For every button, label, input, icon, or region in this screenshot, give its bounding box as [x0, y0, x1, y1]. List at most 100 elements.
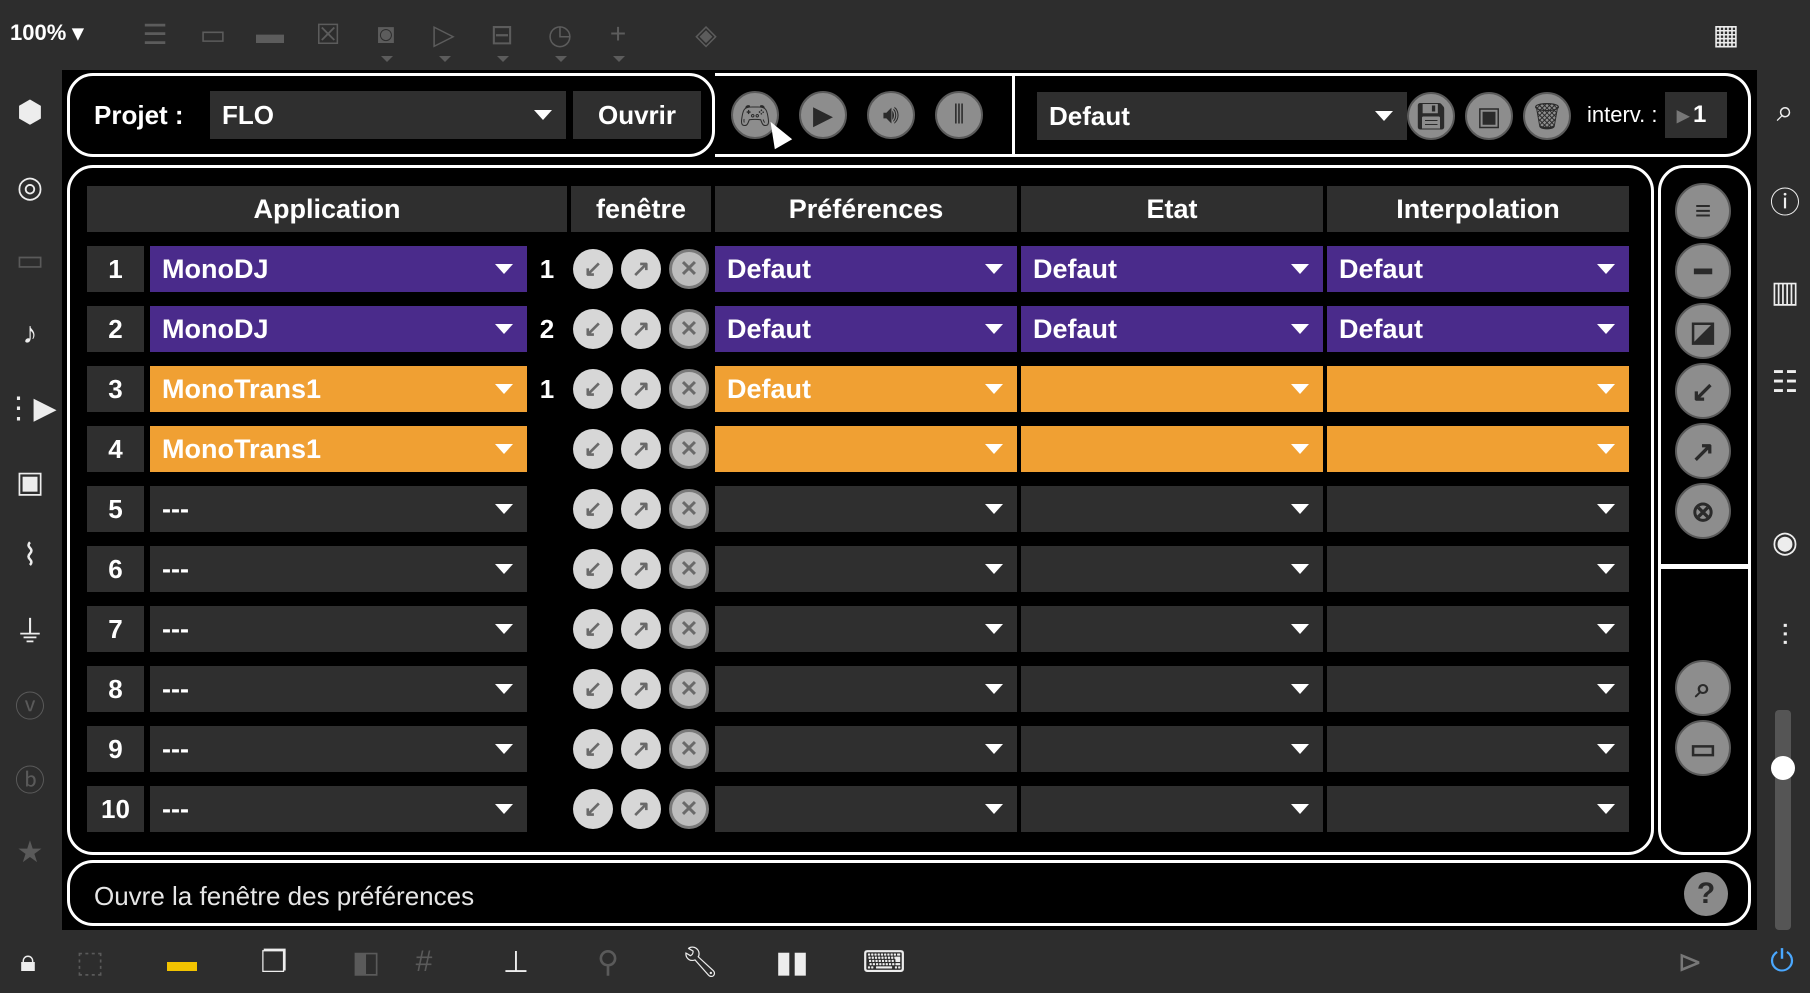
application-select[interactable]: MonoDJ [150, 306, 527, 352]
application-select[interactable]: --- [150, 546, 527, 592]
macro-icon[interactable]: ▭ [193, 14, 233, 54]
close-circle-icon[interactable]: ✕ [669, 729, 709, 769]
collapse-arrow-icon[interactable]: ↙ [573, 609, 613, 649]
project-select[interactable]: FLO [210, 91, 566, 139]
application-select[interactable]: --- [150, 606, 527, 652]
etat-select[interactable] [1021, 486, 1323, 532]
application-select[interactable]: --- [150, 666, 527, 712]
preferences-select[interactable]: Defaut [715, 366, 1017, 412]
search-icon[interactable]: ⌕ [1763, 90, 1807, 134]
piano-icon[interactable]: ▮▮ [770, 940, 814, 984]
collapse-arrow-icon[interactable]: ↙ [573, 369, 613, 409]
preferences-select[interactable] [715, 546, 1017, 592]
close-circle-icon[interactable]: ✕ [669, 609, 709, 649]
collapse-arrow-icon[interactable]: ↙ [573, 309, 613, 349]
close-circle-icon[interactable]: ✕ [669, 669, 709, 709]
collapse-arrow-icon[interactable]: ↙ [573, 789, 613, 829]
close-circle-icon[interactable]: ✕ [669, 429, 709, 469]
close-circle-icon[interactable]: ✕ [669, 249, 709, 289]
power-icon[interactable]: ⏻ [1760, 940, 1804, 984]
expand-arrow-icon[interactable]: ↗ [621, 729, 661, 769]
interpolation-select[interactable] [1327, 486, 1629, 532]
collapse-arrow-icon[interactable]: ↙ [1675, 363, 1731, 419]
application-select[interactable]: MonoTrans1 [150, 426, 527, 472]
book-icon[interactable]: ▥ [1763, 270, 1807, 314]
interpolation-select[interactable] [1327, 786, 1629, 832]
b-circle-icon[interactable]: ⓑ [8, 756, 52, 800]
preferences-select[interactable] [715, 426, 1017, 472]
presentation-icon[interactable]: ▬ [160, 940, 204, 984]
list-lines-icon[interactable]: ☷ [1763, 360, 1807, 404]
collapse-arrow-icon[interactable]: ↙ [573, 669, 613, 709]
search-zoom-icon[interactable]: ⌕ [1675, 660, 1731, 716]
lock-icon[interactable]: 🔒︎ [6, 940, 50, 984]
film-icon[interactable]: ▭ [8, 238, 52, 282]
save-icon[interactable]: ▣ [1465, 92, 1513, 140]
dial-icon[interactable]: ◷ [540, 14, 580, 62]
v-circle-icon[interactable]: ⓥ [8, 682, 52, 726]
preferences-select[interactable]: Defaut [715, 306, 1017, 352]
grid-icon[interactable]: # [402, 940, 446, 984]
etat-select[interactable]: Defaut [1021, 306, 1323, 352]
info-icon[interactable]: ⓘ [1763, 178, 1807, 222]
collapse-arrow-icon[interactable]: ↙ [573, 429, 613, 469]
laptop-icon[interactable]: ▭ [1675, 720, 1731, 776]
keyboard-icon[interactable]: ⌨ [862, 940, 906, 984]
expand-arrow-icon[interactable]: ↗ [621, 489, 661, 529]
sequence-icon[interactable]: ⋮▶ [3, 386, 56, 430]
close-circle-icon[interactable]: ✕ [669, 369, 709, 409]
etat-select[interactable] [1021, 666, 1323, 712]
preferences-select[interactable] [715, 606, 1017, 652]
preferences-select[interactable] [715, 486, 1017, 532]
volume-slider-handle[interactable] [1771, 756, 1795, 780]
paperclip-icon[interactable]: ⌇ [8, 533, 52, 577]
preferences-select[interactable]: Defaut [715, 246, 1017, 292]
preferences-select[interactable] [715, 666, 1017, 712]
collapse-arrow-icon[interactable]: ↙ [573, 549, 613, 589]
add-icon[interactable]: + [598, 14, 638, 62]
expand-arrow-icon[interactable]: ↗ [621, 549, 661, 589]
application-select[interactable]: --- [150, 486, 527, 532]
expand-arrow-icon[interactable]: ↗ [621, 309, 661, 349]
paint-bucket-icon[interactable]: ◈ [686, 14, 726, 54]
preset-select[interactable]: Defaut [1037, 92, 1407, 140]
help-button[interactable]: ? [1684, 872, 1728, 916]
expand-arrow-icon[interactable]: ↗ [621, 669, 661, 709]
etat-select[interactable]: Defaut [1021, 246, 1323, 292]
open-button[interactable]: Ouvrir [573, 91, 701, 139]
expand-arrow-icon[interactable]: ↗ [621, 249, 661, 289]
trash-icon[interactable]: 🗑︎ [1523, 92, 1571, 140]
application-select[interactable]: MonoTrans1 [150, 366, 527, 412]
audio-settings-icon[interactable]: 🔊︎ [867, 91, 915, 139]
preferences-select[interactable] [715, 786, 1017, 832]
collapse-arrow-icon[interactable]: ↙ [573, 489, 613, 529]
etat-select[interactable] [1021, 726, 1323, 772]
camera-icon[interactable]: ◉ [1763, 520, 1807, 564]
application-select[interactable]: --- [150, 726, 527, 772]
etat-select[interactable] [1021, 426, 1323, 472]
collapse-arrow-icon[interactable]: ↙ [573, 729, 613, 769]
interv-input[interactable]: ▸ 1 [1665, 92, 1727, 138]
volume-slider[interactable] [1775, 710, 1791, 930]
image-icon[interactable]: ▣ [8, 460, 52, 504]
preferences-select[interactable] [715, 726, 1017, 772]
music-note-icon[interactable]: ♪ [8, 312, 52, 356]
collapse-arrow-icon[interactable]: ↙ [573, 249, 613, 289]
wrench-icon[interactable]: 🔧︎ [678, 940, 722, 984]
etat-select[interactable] [1021, 366, 1323, 412]
windows-icon[interactable]: ❐ [252, 940, 296, 984]
interpolation-select[interactable] [1327, 366, 1629, 412]
close-circle-icon[interactable]: ✕ [669, 489, 709, 529]
cube-icon[interactable]: ⬢ [8, 90, 52, 134]
close-circle-icon[interactable]: ⊗ [1675, 483, 1731, 539]
interpolation-select[interactable]: Defaut [1327, 306, 1629, 352]
box-x-icon[interactable]: ☒ [308, 14, 348, 54]
screen-settings-icon[interactable]: ▶ [799, 91, 847, 139]
etat-select[interactable] [1021, 546, 1323, 592]
interpolation-select[interactable] [1327, 666, 1629, 712]
expand-arrow-icon[interactable]: ↗ [621, 369, 661, 409]
box-minus-icon[interactable]: ⊟ [482, 14, 522, 62]
plug-icon[interactable]: ⏚ [8, 607, 52, 651]
interpolation-select[interactable] [1327, 546, 1629, 592]
close-circle-icon[interactable]: ✕ [669, 549, 709, 589]
